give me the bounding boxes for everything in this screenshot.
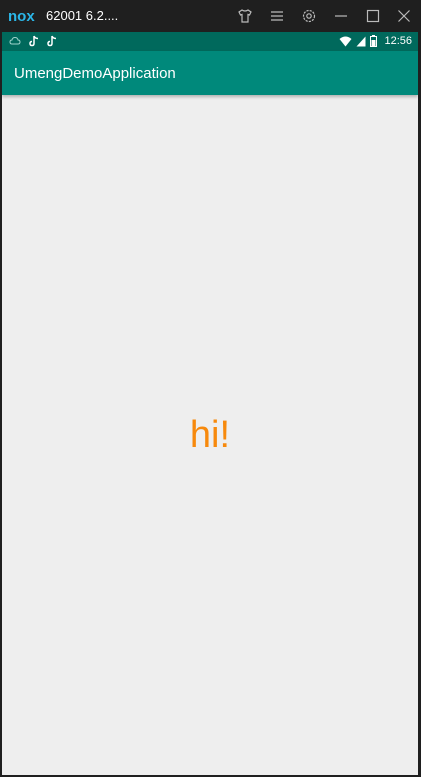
android-screen: 12:56 UmengDemoApplication hi! <box>2 32 418 775</box>
skin-icon <box>238 9 252 23</box>
status-time: 12:56 <box>384 35 412 47</box>
close-icon <box>398 10 410 22</box>
maximize-button[interactable] <box>363 6 383 26</box>
cloud-notification-icon <box>9 36 21 45</box>
nox-logo: nox <box>8 8 35 24</box>
app-bar: UmengDemoApplication <box>2 51 418 95</box>
status-bar: 12:56 <box>2 32 418 51</box>
cell-signal-icon <box>356 36 366 46</box>
emulator-window: nox 62001 6.2.... 12:56 UmengDemoApplica… <box>0 0 421 777</box>
settings-button[interactable] <box>299 6 319 26</box>
tiktok-icon <box>47 35 57 47</box>
svg-text:nox: nox <box>8 8 35 24</box>
minimize-button[interactable] <box>331 6 351 26</box>
maximize-icon <box>366 9 380 23</box>
battery-icon <box>370 35 378 47</box>
settings-icon <box>302 9 316 23</box>
greeting-text: hi! <box>189 414 231 456</box>
menu-button[interactable] <box>267 6 287 26</box>
system-icons: 12:56 <box>339 34 412 48</box>
emulator-title: 62001 6.2.... <box>46 8 119 23</box>
emulator-title-bar: nox 62001 6.2.... <box>0 0 421 32</box>
tiktok-icon <box>29 35 39 47</box>
menu-icon <box>271 11 283 21</box>
notification-icons <box>9 35 57 47</box>
close-button[interactable] <box>394 6 414 26</box>
skin-button[interactable] <box>235 6 255 26</box>
app-title: UmengDemoApplication <box>14 65 176 82</box>
wifi-icon <box>339 36 352 46</box>
minimize-icon <box>335 15 347 17</box>
main-content: hi! <box>2 95 418 775</box>
